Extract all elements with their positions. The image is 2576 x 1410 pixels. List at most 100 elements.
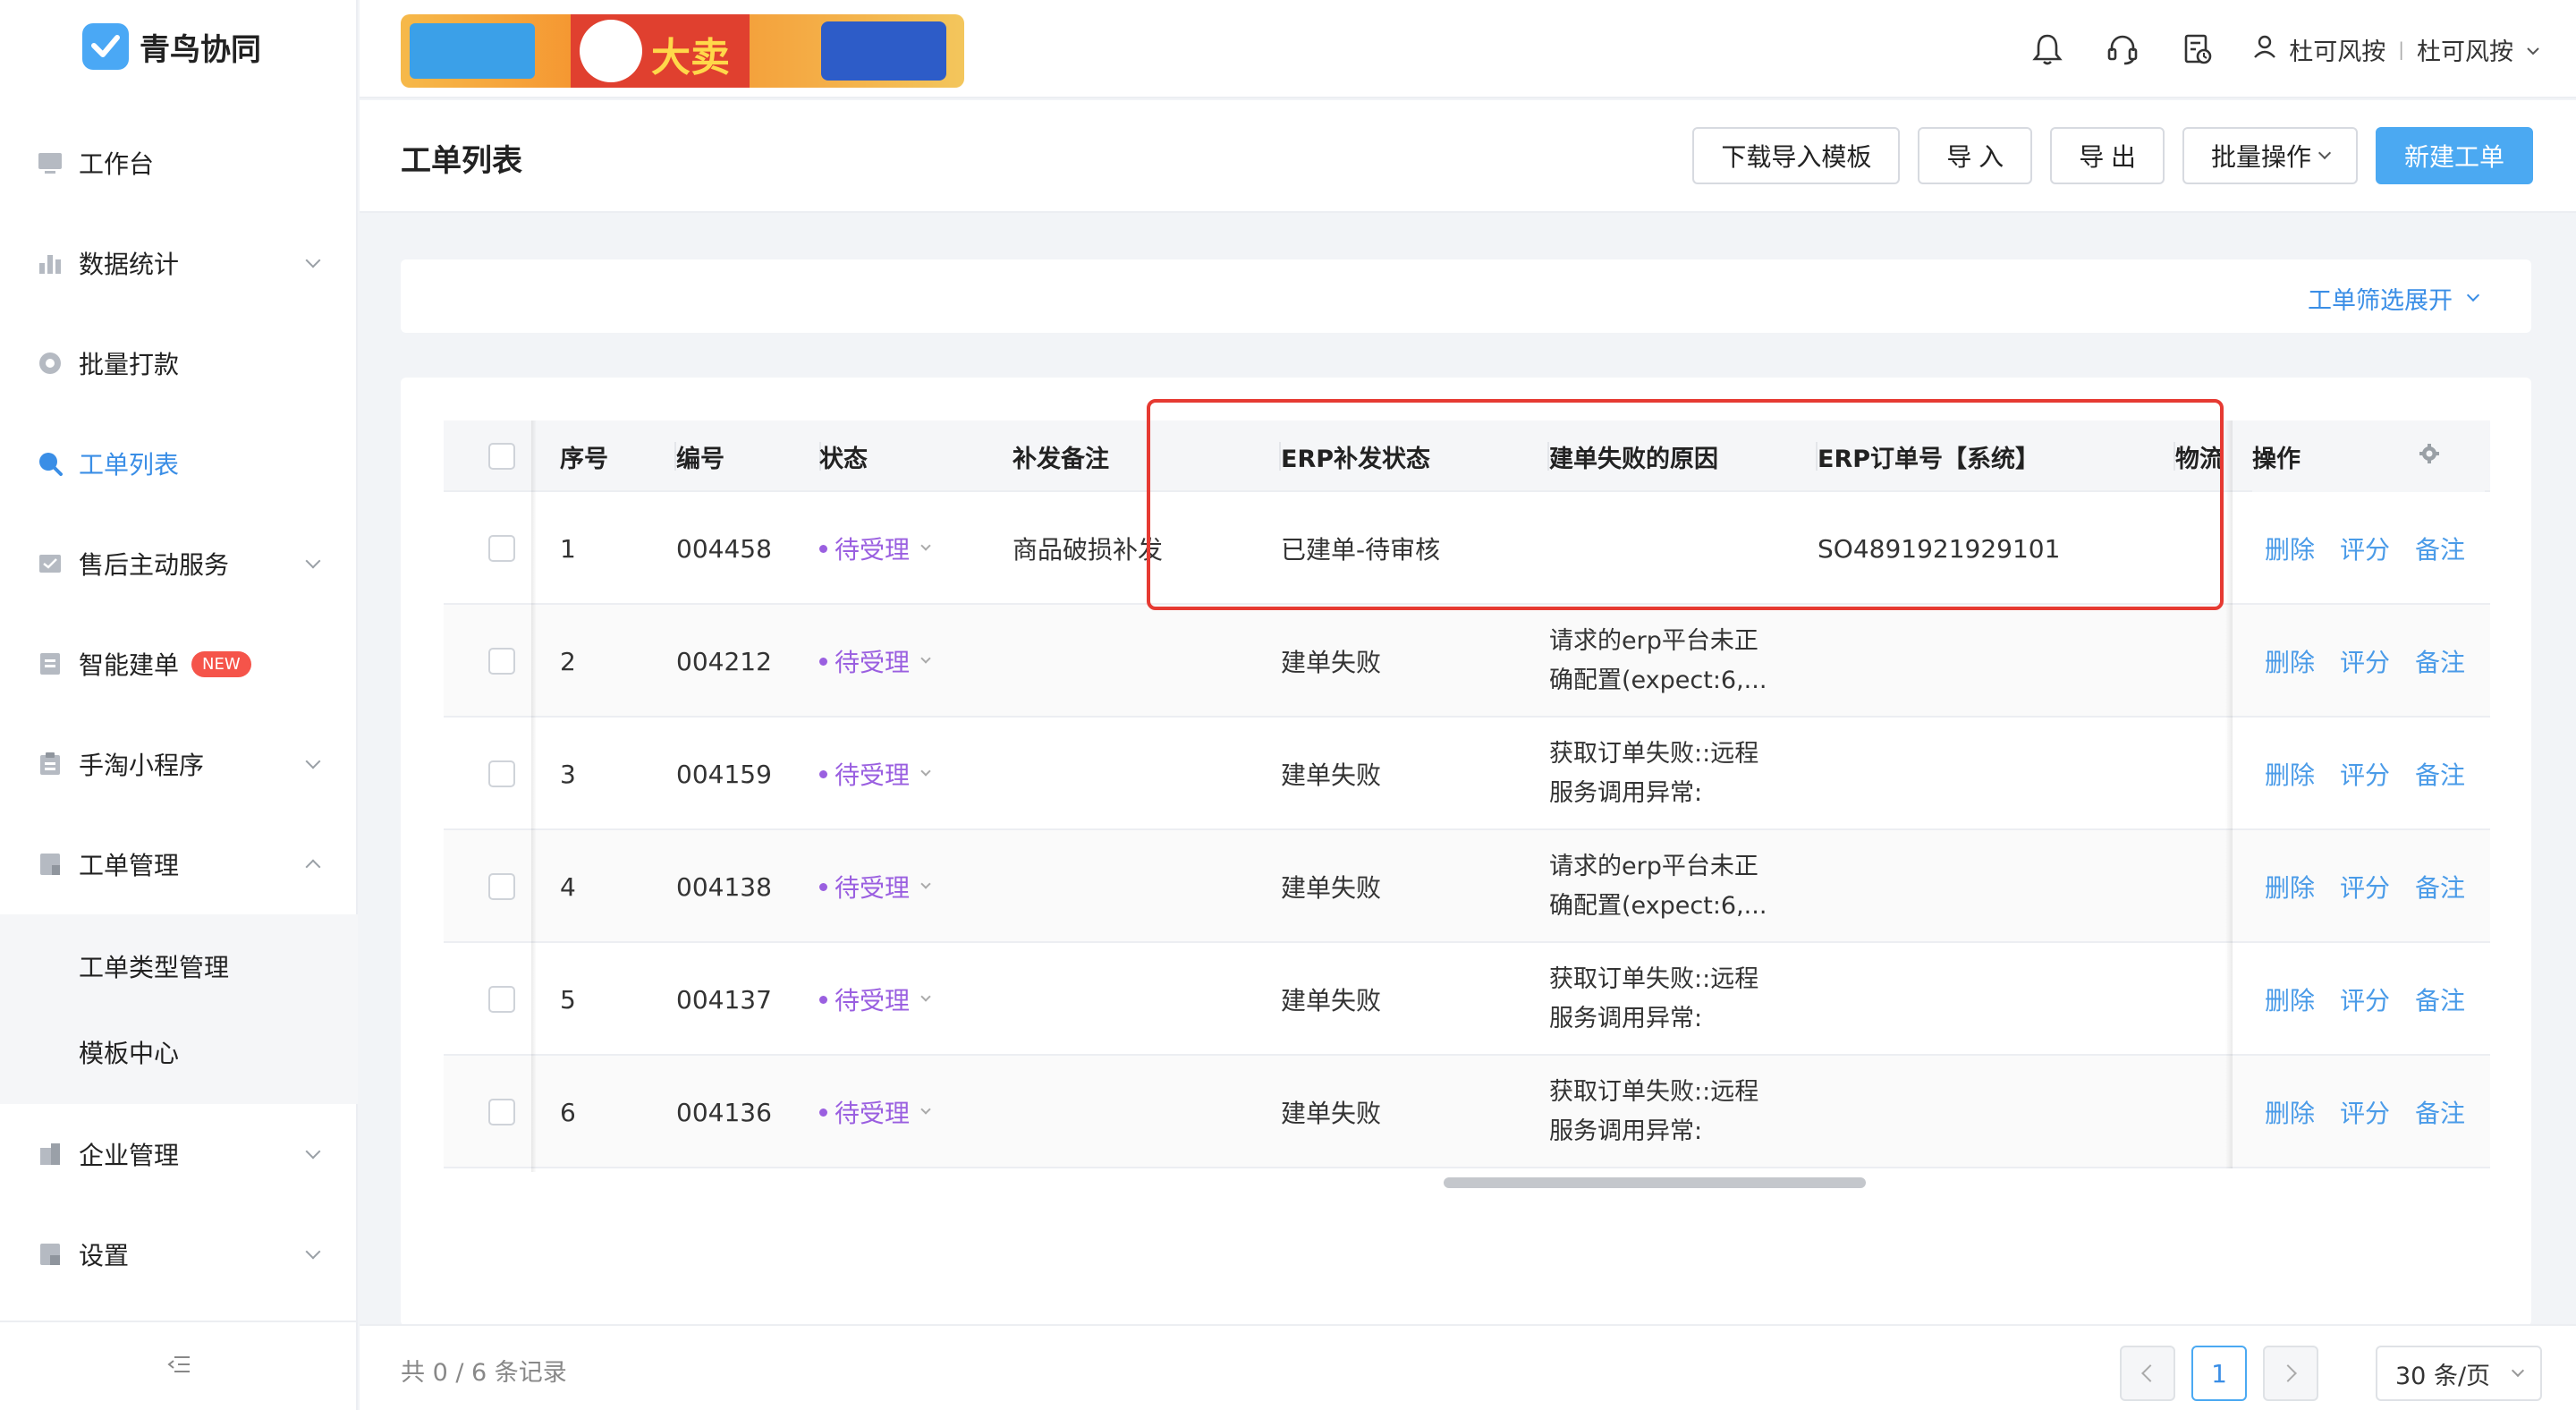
headset-icon[interactable] — [2103, 30, 2142, 69]
new-badge: NEW — [191, 650, 251, 677]
delete-link[interactable]: 删除 — [2265, 643, 2315, 679]
delete-link[interactable]: 删除 — [2265, 1094, 2315, 1130]
row-actions: 删除 评分 备注 — [2265, 492, 2465, 605]
create-ticket-button[interactable]: 新建工单 — [2375, 127, 2533, 184]
pagination: 1 30 条/页 — [2120, 1346, 2542, 1401]
sidebar-item-aftersale[interactable]: 售后主动服务 — [0, 514, 358, 614]
rate-link[interactable]: 评分 — [2340, 531, 2390, 566]
table-row[interactable]: 4 004138 待受理 建单失败 请求的erp平台未正 确配置(expect:6,..… — [444, 830, 2490, 943]
select-all-checkbox[interactable] — [488, 443, 515, 470]
sidebar-item-label: 数据统计 — [79, 250, 180, 279]
row-checkbox[interactable] — [488, 648, 515, 675]
rate-link[interactable]: 评分 — [2340, 869, 2390, 905]
cell-seq: 1 — [560, 533, 576, 564]
rate-link[interactable]: 评分 — [2340, 981, 2390, 1017]
note-link[interactable]: 备注 — [2415, 756, 2465, 792]
note-link[interactable]: 备注 — [2415, 1094, 2465, 1130]
top-bar: 大卖 杜可风按 | 杜可风按 — [360, 0, 2576, 98]
prev-page-button[interactable] — [2120, 1346, 2175, 1401]
delete-link[interactable]: 删除 — [2265, 869, 2315, 905]
sidebar-collapse-button[interactable] — [0, 1321, 358, 1410]
cell-seq: 3 — [560, 759, 576, 789]
row-checkbox[interactable] — [488, 986, 515, 1013]
sidebar-item-ticket-management[interactable]: 工单管理 — [0, 814, 358, 914]
page-size-value: 30 条/页 — [2395, 1362, 2491, 1390]
status-dot-icon — [819, 882, 827, 891]
row-checkbox[interactable] — [488, 1099, 515, 1125]
table-row[interactable]: 3 004159 待受理 建单失败 获取订单失败::远程 服务调用异常: 删除 评分 备注 — [444, 718, 2490, 830]
ticket-management-submenu: 工单类型管理 模板中心 — [0, 914, 358, 1104]
building-icon — [38, 1142, 63, 1167]
rate-link[interactable]: 评分 — [2340, 1094, 2390, 1130]
status-dropdown[interactable]: 待受理 — [819, 943, 931, 1056]
status-dropdown[interactable]: 待受理 — [819, 830, 931, 943]
status-dropdown[interactable]: 待受理 — [819, 492, 931, 605]
sidebar-item-statistics[interactable]: 数据统计 — [0, 213, 358, 313]
cell-id: 004136 — [676, 1097, 772, 1127]
column-settings-gear-icon[interactable] — [2419, 443, 2440, 471]
record-count: 共 0 / 6 条记录 — [401, 1359, 567, 1387]
cell-id: 004137 — [676, 984, 772, 1015]
row-checkbox[interactable] — [488, 760, 515, 787]
export-button[interactable]: 导 出 — [2050, 127, 2165, 184]
delete-link[interactable]: 删除 — [2265, 756, 2315, 792]
status-dot-icon — [819, 657, 827, 666]
status-label: 待受理 — [835, 873, 911, 903]
download-template-button[interactable]: 下载导入模板 — [1692, 127, 1901, 184]
next-page-button[interactable] — [2263, 1346, 2318, 1401]
sidebar-item-settings[interactable]: 设置 — [0, 1204, 358, 1304]
rate-link[interactable]: 评分 — [2340, 756, 2390, 792]
search-icon — [38, 451, 63, 476]
cell-fail-reason: 获取订单失败::远程 服务调用异常: — [1549, 740, 1759, 807]
chevron-down-icon — [920, 540, 931, 551]
row-checkbox[interactable] — [488, 535, 515, 562]
row-checkbox[interactable] — [488, 873, 515, 900]
rate-link[interactable]: 评分 — [2340, 643, 2390, 679]
sidebar-item-label: 工单管理 — [79, 851, 180, 880]
sidebar-item-enterprise[interactable]: 企业管理 — [0, 1104, 358, 1204]
table-row[interactable]: 2 004212 待受理 建单失败 请求的erp平台未正 确配置(expect:6,..… — [444, 605, 2490, 718]
note-link[interactable]: 备注 — [2415, 869, 2465, 905]
horizontal-scrollbar[interactable] — [1444, 1177, 1866, 1188]
row-checkbox-cell — [488, 830, 515, 943]
submenu-item-template-center[interactable]: 模板中心 — [0, 1009, 358, 1095]
cell-id: 004138 — [676, 871, 772, 902]
bell-icon[interactable] — [2028, 30, 2067, 69]
banner-text: 大卖 — [651, 35, 730, 81]
status-dot-icon — [819, 544, 827, 553]
header-actions: 下载导入模板 导 入 导 出 批量操作 新建工单 — [1692, 127, 2533, 184]
delete-link[interactable]: 删除 — [2265, 531, 2315, 566]
row-checkbox-cell — [488, 492, 515, 605]
status-dot-icon — [819, 1108, 827, 1117]
sidebar-item-taobao-miniapp[interactable]: 手淘小程序 — [0, 714, 358, 814]
sidebar-item-label: 智能建单 — [79, 650, 180, 680]
page-number-current[interactable]: 1 — [2191, 1346, 2247, 1401]
row-checkbox-cell — [488, 943, 515, 1056]
delete-link[interactable]: 删除 — [2265, 981, 2315, 1017]
note-link[interactable]: 备注 — [2415, 643, 2465, 679]
sidebar-item-smart-create[interactable]: 智能建单 NEW — [0, 614, 358, 714]
user-name: 杜可风按 — [2417, 38, 2513, 66]
sidebar-item-ticket-list[interactable]: 工单列表 — [0, 413, 358, 514]
page-size-select[interactable]: 30 条/页 — [2376, 1346, 2542, 1401]
status-dropdown[interactable]: 待受理 — [819, 718, 931, 830]
status-dropdown[interactable]: 待受理 — [819, 1056, 931, 1168]
note-link[interactable]: 备注 — [2415, 531, 2465, 566]
report-icon[interactable] — [2178, 30, 2217, 69]
submenu-item-ticket-types[interactable]: 工单类型管理 — [0, 923, 358, 1009]
circle-icon — [38, 351, 63, 376]
sidebar-item-workbench[interactable]: 工作台 — [0, 113, 358, 213]
sidebar-item-label: 售后主动服务 — [79, 550, 230, 580]
promo-banner[interactable]: 大卖 — [401, 14, 964, 88]
status-dropdown[interactable]: 待受理 — [819, 605, 931, 718]
chevron-down-icon — [305, 1143, 321, 1159]
table-row[interactable]: 6 004136 待受理 建单失败 获取订单失败::远程 服务调用异常: 删除 评分 备注 — [444, 1056, 2490, 1168]
batch-operation-button[interactable]: 批量操作 — [2182, 127, 2358, 184]
filter-expand-toggle[interactable]: 工单筛选展开 — [2308, 281, 2480, 316]
user-menu[interactable]: 杜可风按 | 杜可风按 — [2253, 32, 2540, 67]
table-row[interactable]: 5 004137 待受理 建单失败 获取订单失败::远程 服务调用异常: 删除 评分 备注 — [444, 943, 2490, 1056]
app-logo[interactable]: 青鸟协同 — [82, 23, 261, 70]
sidebar-item-batch-pay[interactable]: 批量打款 — [0, 313, 358, 413]
note-link[interactable]: 备注 — [2415, 981, 2465, 1017]
import-button[interactable]: 导 入 — [1918, 127, 2033, 184]
